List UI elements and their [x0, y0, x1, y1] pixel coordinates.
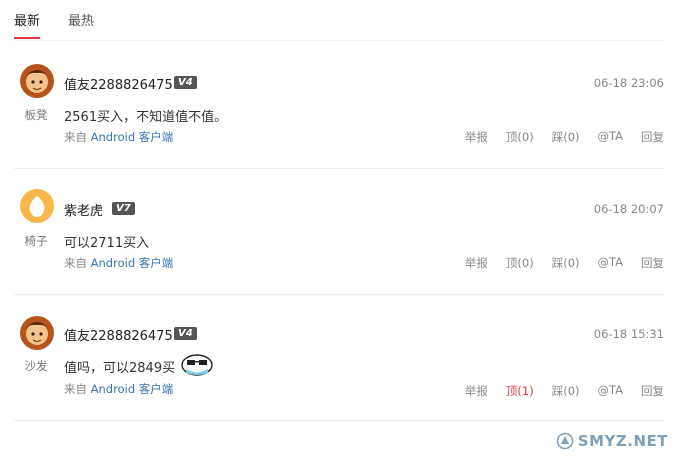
source-app-link[interactable]: Android — [91, 130, 135, 144]
downvote-button[interactable]: 踩(0) — [552, 255, 580, 271]
divider — [14, 168, 664, 169]
report-button[interactable]: 举报 — [465, 255, 488, 271]
username[interactable]: 值友2288826475 — [64, 74, 173, 93]
comment-item: 椅子 紫老虎 V7 06-18 20:07 可以2711买入 来自 Androi… — [14, 168, 664, 294]
username[interactable]: 紫老虎 — [64, 200, 103, 219]
comment-tabs: 最新 最热 — [14, 12, 94, 40]
avatar[interactable] — [20, 189, 54, 223]
tab-hot[interactable]: 最热 — [68, 12, 94, 38]
downvote-button[interactable]: 踩(0) — [552, 129, 580, 145]
mention-button[interactable]: @TA — [598, 383, 624, 399]
divider — [14, 294, 664, 295]
downvote-button[interactable]: 踩(0) — [552, 383, 580, 399]
comment-text: 2561买入，不知道值不值。 — [64, 110, 228, 125]
comment-actions: 举报 顶(1) 踩(0) @TA 回复 — [447, 383, 664, 399]
source-prefix: 来自 — [64, 130, 87, 144]
mention-button[interactable]: @TA — [598, 255, 624, 271]
reply-button[interactable]: 回复 — [641, 129, 664, 145]
level-badge: V4 — [174, 76, 197, 89]
mention-button[interactable]: @TA — [598, 129, 624, 145]
comment-source: 来自 Android 客户端 — [64, 129, 173, 145]
upvote-button[interactable]: 顶(0) — [506, 255, 534, 271]
divider — [14, 40, 664, 41]
tab-latest[interactable]: 最新 — [14, 12, 41, 39]
sweat-face-emoji-icon — [180, 352, 214, 376]
comment-item: 板凳 值友2288826475 V4 06-18 23:06 2561买入，不知… — [14, 40, 664, 170]
comment-time: 06-18 15:31 — [593, 327, 664, 341]
comment-source: 来自 Android 客户端 — [64, 255, 173, 271]
source-app-link[interactable]: Android — [91, 256, 135, 270]
comment-time: 06-18 23:06 — [593, 76, 664, 90]
floor-label: 板凳 — [24, 108, 48, 122]
avatar[interactable] — [20, 316, 54, 350]
source-client-link[interactable]: 客户端 — [139, 382, 174, 396]
comment-time: 06-18 20:07 — [593, 202, 664, 216]
watermark: SMYZ.NET — [556, 432, 668, 450]
report-button[interactable]: 举报 — [465, 383, 488, 399]
source-prefix: 来自 — [64, 256, 87, 270]
watermark-logo-icon — [556, 432, 574, 450]
source-client-link[interactable]: 客户端 — [139, 256, 174, 270]
comment-actions: 举报 顶(0) 踩(0) @TA 回复 — [447, 255, 664, 271]
level-badge: V4 — [174, 327, 197, 340]
source-prefix: 来自 — [64, 382, 87, 396]
watermark-text: SMYZ.NET — [577, 432, 668, 450]
source-client-link[interactable]: 客户端 — [139, 130, 174, 144]
reply-button[interactable]: 回复 — [641, 383, 664, 399]
comment-text: 值吗，可以2849买 — [64, 361, 176, 376]
reply-button[interactable]: 回复 — [641, 255, 664, 271]
floor-label: 椅子 — [24, 234, 48, 248]
upvote-button[interactable]: 顶(0) — [506, 129, 534, 145]
report-button[interactable]: 举报 — [465, 129, 488, 145]
floor-label: 沙发 — [24, 359, 48, 373]
comment-item: 沙发 值友2288826475 V4 06-18 15:31 值吗，可以2849… — [14, 294, 664, 424]
avatar[interactable] — [20, 64, 54, 98]
level-badge: V7 — [112, 202, 135, 215]
comment-actions: 举报 顶(0) 踩(0) @TA 回复 — [447, 129, 664, 145]
comment-source: 来自 Android 客户端 — [64, 381, 173, 397]
upvote-button[interactable]: 顶(1) — [506, 383, 534, 399]
username[interactable]: 值友2288826475 — [64, 325, 173, 344]
comment-text: 可以2711买入 — [64, 236, 150, 251]
divider — [14, 420, 664, 421]
source-app-link[interactable]: Android — [91, 382, 135, 396]
